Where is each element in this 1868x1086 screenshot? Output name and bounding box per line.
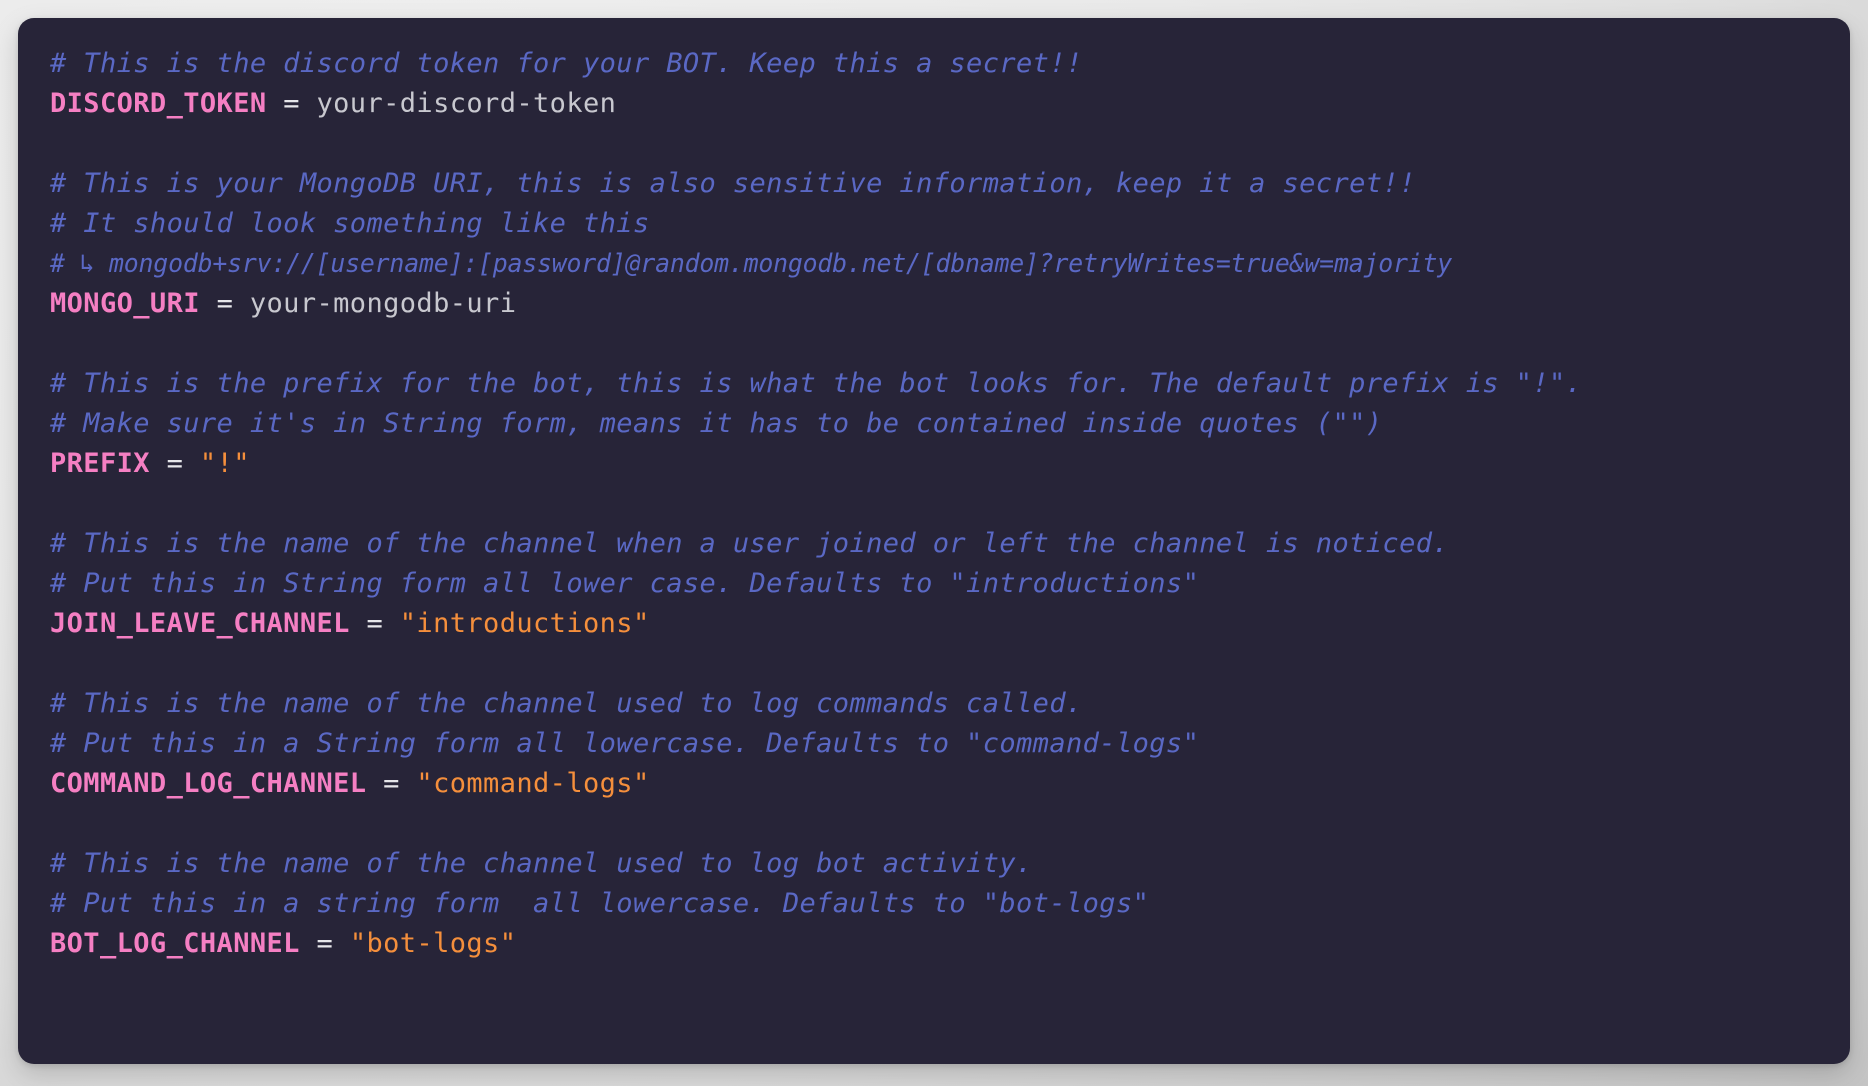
env-key-join-leave-channel: JOIN_LEAVE_CHANNEL <box>50 608 350 639</box>
code-line-comment: # ↳ mongodb+srv://[username]:[password]@… <box>50 244 1830 284</box>
code-line-comment: # Put this in a string form all lowercas… <box>50 884 1830 924</box>
assignment-operator: = <box>166 448 184 479</box>
comment-token: # This is the name of the channel when a… <box>50 528 1450 559</box>
code-line-comment: # This is the name of the channel when a… <box>50 524 1830 564</box>
comment-token: # Put this in a String form all lowercas… <box>50 728 1200 759</box>
comment-token: # This is the prefix for the bot, this i… <box>50 368 1583 399</box>
code-line-comment: # This is the discord token for your BOT… <box>50 44 1830 84</box>
env-value-mongo-uri: your-mongodb-uri <box>249 288 517 319</box>
code-line-assignment: COMMAND_LOG_CHANNEL = "command-logs" <box>50 764 1830 804</box>
comment-token: # This is the name of the channel used t… <box>50 688 1083 719</box>
assignment-operator: = <box>316 928 334 959</box>
env-key-discord-token: DISCORD_TOKEN <box>50 88 267 119</box>
env-key-command-log-channel: COMMAND_LOG_CHANNEL <box>50 768 367 799</box>
comment-token: # Make sure it's in String form, means i… <box>50 408 1383 439</box>
code-line-assignment: MONGO_URI = your-mongodb-uri <box>50 284 1830 324</box>
code-block-content[interactable]: # This is the discord token for your BOT… <box>18 18 1850 984</box>
code-line-assignment: PREFIX = "!" <box>50 444 1830 484</box>
comment-token: # This is the discord token for your BOT… <box>50 48 1083 79</box>
comment-token: # Put this in a string form all lowercas… <box>50 888 1150 919</box>
code-line-assignment: DISCORD_TOKEN = your-discord-token <box>50 84 1830 124</box>
comment-token: # It should look something like this <box>50 208 650 239</box>
env-value-command-log-channel: "command-logs" <box>416 768 650 799</box>
code-block-card: # This is the discord token for your BOT… <box>18 18 1850 1064</box>
code-line-comment: # Put this in a String form all lowercas… <box>50 724 1830 764</box>
comment-token: # ↳ mongodb+srv://[username]:[password]@… <box>50 249 1453 279</box>
page-root: # This is the discord token for your BOT… <box>0 0 1868 1086</box>
env-value-bot-log-channel: "bot-logs" <box>349 928 517 959</box>
assignment-operator: = <box>366 608 384 639</box>
code-line-comment: # This is the prefix for the bot, this i… <box>50 364 1830 404</box>
assignment-operator: = <box>283 88 300 119</box>
comment-token: # This is the name of the channel used t… <box>50 848 1033 879</box>
env-key-prefix: PREFIX <box>50 448 150 479</box>
assignment-operator: = <box>216 288 234 319</box>
assignment-operator: = <box>383 768 400 799</box>
env-key-mongo-uri: MONGO_URI <box>50 288 200 319</box>
code-line-assignment: BOT_LOG_CHANNEL = "bot-logs" <box>50 924 1830 964</box>
env-value-discord-token: your-discord-token <box>316 88 617 119</box>
code-line-comment: # It should look something like this <box>50 204 1830 244</box>
env-value-join-leave-channel: "introductions" <box>399 608 650 639</box>
comment-token: # This is your MongoDB URI, this is also… <box>50 168 1416 199</box>
code-line-comment: # This is the name of the channel used t… <box>50 844 1830 884</box>
code-line-assignment: JOIN_LEAVE_CHANNEL = "introductions" <box>50 604 1830 644</box>
env-key-bot-log-channel: BOT_LOG_CHANNEL <box>50 928 300 959</box>
code-line-comment: # This is your MongoDB URI, this is also… <box>50 164 1830 204</box>
code-line-comment: # Make sure it's in String form, means i… <box>50 404 1830 444</box>
code-line-comment: # This is the name of the channel used t… <box>50 684 1830 724</box>
comment-token: # Put this in String form all lower case… <box>50 568 1200 599</box>
env-value-prefix: "!" <box>199 448 250 479</box>
code-line-comment: # Put this in String form all lower case… <box>50 564 1830 604</box>
